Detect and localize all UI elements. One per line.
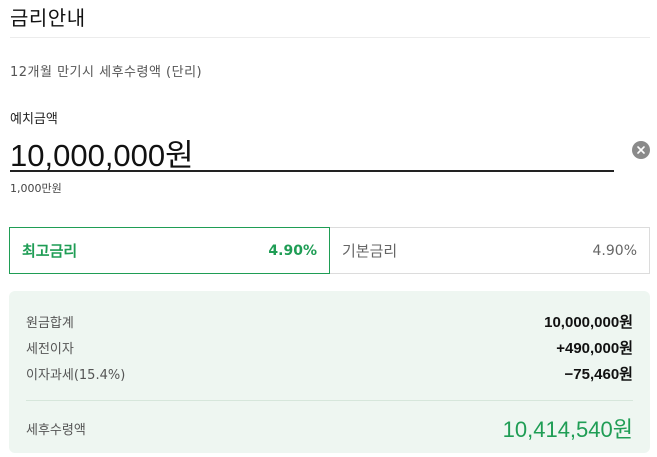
pretax-interest-label: 세전이자 xyxy=(26,342,74,357)
section-subtitle: 12개월 만기시 세후수령액 (단리) xyxy=(10,65,203,80)
max-rate-label: 최고금리 xyxy=(22,242,78,260)
after-tax-value: 10,414,540원 xyxy=(502,417,633,442)
deposit-amount-input[interactable] xyxy=(10,128,614,172)
principal-row: 원금합계 10,000,000원 xyxy=(26,311,633,332)
deposit-amount-field: 10,000,000원 xyxy=(10,128,650,173)
pretax-interest-row: 세전이자 +490,000원 xyxy=(26,337,633,358)
interest-tax-value: −75,460원 xyxy=(564,366,633,383)
after-tax-label: 세후수령액 xyxy=(26,422,86,438)
title-divider xyxy=(10,37,650,38)
principal-value: 10,000,000원 xyxy=(544,314,633,331)
amount-hint: 1,000만원 xyxy=(10,182,62,195)
tab-max-rate[interactable]: 최고금리 4.90% xyxy=(9,227,330,274)
tab-base-rate[interactable]: 기본금리 4.90% xyxy=(330,227,650,274)
interest-summary-panel: 원금합계 10,000,000원 세전이자 +490,000원 이자과세(15.… xyxy=(9,291,650,453)
base-rate-label: 기본금리 xyxy=(342,242,398,260)
interest-tax-label: 이자과세(15.4%) xyxy=(26,368,126,383)
deposit-amount-label: 예치금액 xyxy=(10,112,58,127)
interest-tax-row: 이자과세(15.4%) −75,460원 xyxy=(26,363,633,384)
principal-label: 원금합계 xyxy=(26,316,74,331)
after-tax-row: 세후수령액 10,414,540원 xyxy=(26,412,633,444)
close-icon xyxy=(637,146,645,154)
max-rate-value: 4.90% xyxy=(268,242,317,259)
page-title: 금리안내 xyxy=(10,6,86,30)
summary-divider xyxy=(26,400,633,401)
pretax-interest-value: +490,000원 xyxy=(556,340,633,357)
clear-input-button[interactable] xyxy=(632,141,650,159)
base-rate-value: 4.90% xyxy=(592,242,637,259)
